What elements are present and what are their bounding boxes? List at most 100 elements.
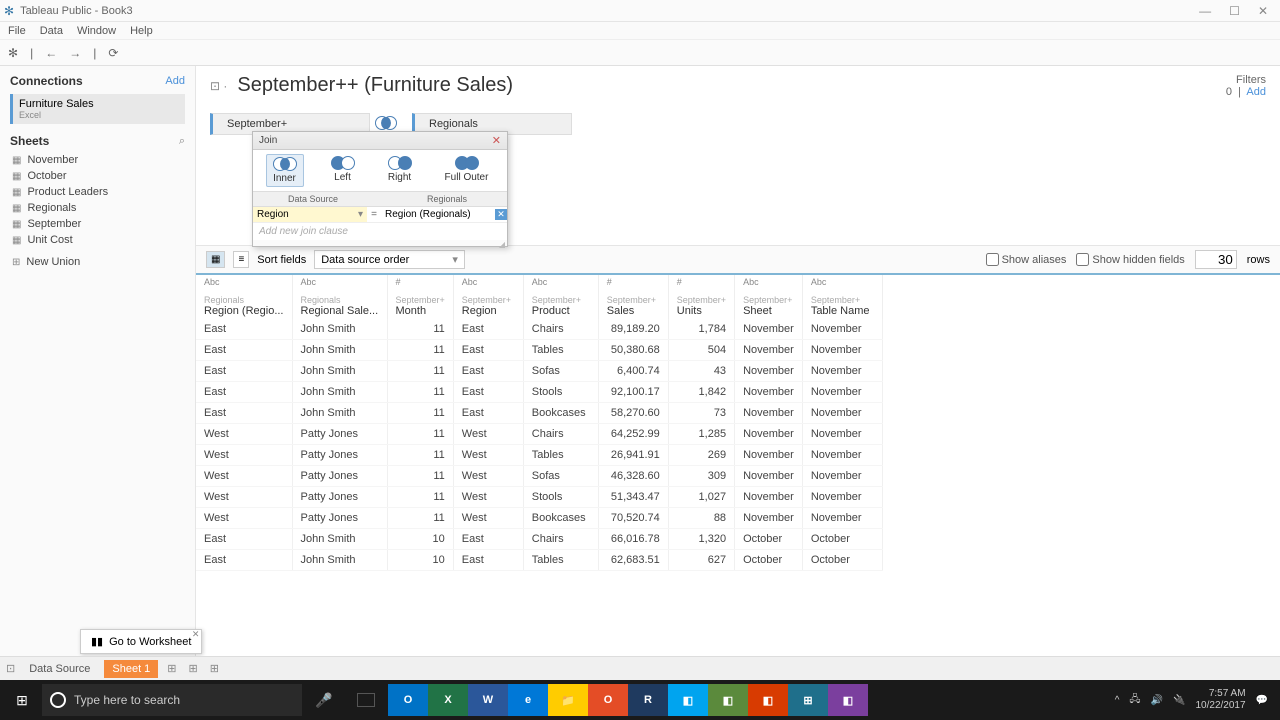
- add-join-clause[interactable]: Add new join clause: [253, 223, 507, 240]
- column-header[interactable]: #September+Month: [387, 275, 453, 319]
- sheet-item[interactable]: ▦November: [10, 152, 185, 168]
- tab-sheet1[interactable]: Sheet 1: [104, 660, 158, 678]
- menu-window[interactable]: Window: [77, 25, 116, 37]
- tab-datasource[interactable]: Data Source: [21, 660, 98, 678]
- taskbar-app-app4[interactable]: ◧: [828, 684, 868, 716]
- start-button[interactable]: ⊞: [4, 684, 40, 716]
- taskbar-app-app3[interactable]: ◧: [748, 684, 788, 716]
- column-header[interactable]: AbcSeptember+Region: [453, 275, 523, 319]
- show-hidden-checkbox[interactable]: Show hidden fields: [1076, 253, 1184, 266]
- new-story-icon[interactable]: ⊞: [207, 662, 222, 675]
- menu-help[interactable]: Help: [130, 25, 153, 37]
- rows-input[interactable]: [1195, 250, 1237, 269]
- taskbar-app-tableau[interactable]: ⊞: [788, 684, 828, 716]
- list-view-button[interactable]: ≡: [233, 251, 249, 268]
- new-worksheet-icon[interactable]: ⊞: [164, 662, 179, 675]
- taskbar-app-word[interactable]: W: [468, 684, 508, 716]
- maximize-button[interactable]: ☐: [1229, 4, 1240, 18]
- menu-file[interactable]: File: [8, 25, 26, 37]
- refresh-button[interactable]: ⟳: [108, 46, 118, 60]
- table-row[interactable]: EastJohn Smith10EastChairs66,016.781,320…: [196, 529, 882, 550]
- sheet-item[interactable]: ▦Regionals: [10, 200, 185, 216]
- taskbar-app-excel[interactable]: X: [428, 684, 468, 716]
- notifications-icon[interactable]: 💬: [1256, 695, 1268, 706]
- taskbar-clock[interactable]: 7:57 AM 10/22/2017: [1195, 688, 1245, 712]
- join-venn-icon[interactable]: [372, 113, 400, 133]
- new-union-label: New Union: [26, 256, 80, 268]
- column-header[interactable]: AbcRegionalsRegion (Regio...: [196, 275, 292, 319]
- tooltip-close-icon[interactable]: ✕: [192, 629, 200, 640]
- column-header[interactable]: AbcSeptember+Table Name: [802, 275, 882, 319]
- join-operator[interactable]: =: [367, 209, 381, 220]
- taskbar-app-app1[interactable]: ◧: [668, 684, 708, 716]
- add-connection-button[interactable]: Add: [165, 75, 185, 87]
- task-view-icon[interactable]: [346, 684, 386, 716]
- sheet-item[interactable]: ▦Product Leaders: [10, 184, 185, 200]
- column-header[interactable]: AbcSeptember+Sheet: [735, 275, 803, 319]
- sheet-item[interactable]: ▦Unit Cost: [10, 232, 185, 248]
- column-header[interactable]: AbcRegionalsRegional Sale...: [292, 275, 387, 319]
- menu-data[interactable]: Data: [40, 25, 63, 37]
- table-row[interactable]: WestPatty Jones11WestSofas46,328.60309No…: [196, 466, 882, 487]
- table-row[interactable]: WestPatty Jones11WestBookcases70,520.748…: [196, 508, 882, 529]
- taskbar-app-outlook[interactable]: O: [388, 684, 428, 716]
- taskbar-app-explorer[interactable]: 📁: [548, 684, 588, 716]
- chevron-down-icon: ▾: [358, 209, 363, 220]
- connection-item[interactable]: Furniture Sales Excel: [10, 94, 185, 124]
- column-header[interactable]: #September+Units: [668, 275, 734, 319]
- taskbar-app-opera[interactable]: O: [588, 684, 628, 716]
- join-right-field[interactable]: Region (Regionals): [381, 207, 495, 222]
- tray-volume-icon[interactable]: 🔊: [1151, 695, 1163, 706]
- join-type-left[interactable]: Left: [325, 154, 361, 187]
- gear-icon[interactable]: ✻: [8, 46, 18, 60]
- column-header[interactable]: AbcSeptember+Product: [523, 275, 598, 319]
- table-row[interactable]: EastJohn Smith11EastSofas6,400.7443Novem…: [196, 361, 882, 382]
- tray-network-icon[interactable]: 🖧: [1129, 692, 1140, 709]
- close-button[interactable]: ✕: [1258, 4, 1268, 18]
- table-row[interactable]: EastJohn Smith11EastBookcases58,270.6073…: [196, 403, 882, 424]
- join-type-right[interactable]: Right: [382, 154, 418, 187]
- table-row[interactable]: WestPatty Jones11WestChairs64,252.991,28…: [196, 424, 882, 445]
- minimize-button[interactable]: —: [1199, 4, 1211, 18]
- table-row[interactable]: EastJohn Smith11EastStools92,100.171,842…: [196, 382, 882, 403]
- new-dashboard-icon[interactable]: ⊞: [186, 662, 201, 675]
- add-filter-button[interactable]: Add: [1246, 86, 1266, 98]
- table-row[interactable]: EastJohn Smith11EastTables50,380.68504No…: [196, 340, 882, 361]
- join-type-full[interactable]: Full Outer: [439, 154, 495, 187]
- table-row[interactable]: WestPatty Jones11WestStools51,343.471,02…: [196, 487, 882, 508]
- titlebar: ✻ Tableau Public - Book3 — ☐ ✕: [0, 0, 1280, 22]
- filters-count: 0: [1226, 86, 1232, 98]
- taskbar-search[interactable]: Type here to search: [42, 684, 302, 716]
- join-row-delete-icon[interactable]: ✕: [495, 209, 507, 220]
- tray-power-icon[interactable]: 🔌: [1173, 695, 1185, 706]
- system-tray[interactable]: ^ 🖧 🔊 🔌 7:57 AM 10/22/2017 💬: [1115, 688, 1276, 712]
- sort-order-dropdown[interactable]: Data source order ▾: [314, 250, 465, 269]
- column-header[interactable]: #September+Sales: [598, 275, 668, 319]
- show-aliases-checkbox[interactable]: Show aliases: [986, 253, 1067, 266]
- new-union-button[interactable]: ⊞ New Union: [10, 254, 185, 270]
- mic-icon[interactable]: 🎤: [304, 684, 344, 716]
- data-grid[interactable]: AbcRegionalsRegion (Regio...AbcRegionals…: [196, 275, 1280, 605]
- join-type-inner[interactable]: Inner: [266, 154, 304, 187]
- table-icon: ▦: [12, 155, 21, 166]
- resize-handle-icon[interactable]: ◢: [253, 240, 507, 246]
- taskbar-app-app-r[interactable]: R: [628, 684, 668, 716]
- sheet-item[interactable]: ▦October: [10, 168, 185, 184]
- table-row[interactable]: WestPatty Jones11WestTables26,941.91269N…: [196, 445, 882, 466]
- table-row[interactable]: EastJohn Smith10EastTables62,683.51627Oc…: [196, 550, 882, 571]
- table-row[interactable]: EastJohn Smith11EastChairs89,189.201,784…: [196, 319, 882, 340]
- taskbar-app-edge[interactable]: e: [508, 684, 548, 716]
- tray-chevron-icon[interactable]: ^: [1115, 695, 1120, 706]
- taskbar-app-app2[interactable]: ◧: [708, 684, 748, 716]
- grid-controls: ▦ ≡ Sort fields Data source order ▾ Show…: [196, 245, 1280, 275]
- search-sheets-icon[interactable]: ⌕: [179, 135, 185, 148]
- join-left-field-dropdown[interactable]: Region ▾: [253, 207, 367, 222]
- datasource-title[interactable]: September++ (Furniture Sales): [237, 74, 513, 97]
- forward-button[interactable]: →: [69, 46, 81, 60]
- sheet-item[interactable]: ▦September: [10, 216, 185, 232]
- grid-view-button[interactable]: ▦: [206, 251, 225, 268]
- back-button[interactable]: ←: [45, 46, 57, 60]
- connection-name: Furniture Sales: [19, 98, 179, 110]
- join-popup-close-icon[interactable]: ✕: [492, 134, 501, 147]
- go-to-worksheet-tooltip[interactable]: ▮▮ Go to Worksheet ✕: [80, 629, 202, 654]
